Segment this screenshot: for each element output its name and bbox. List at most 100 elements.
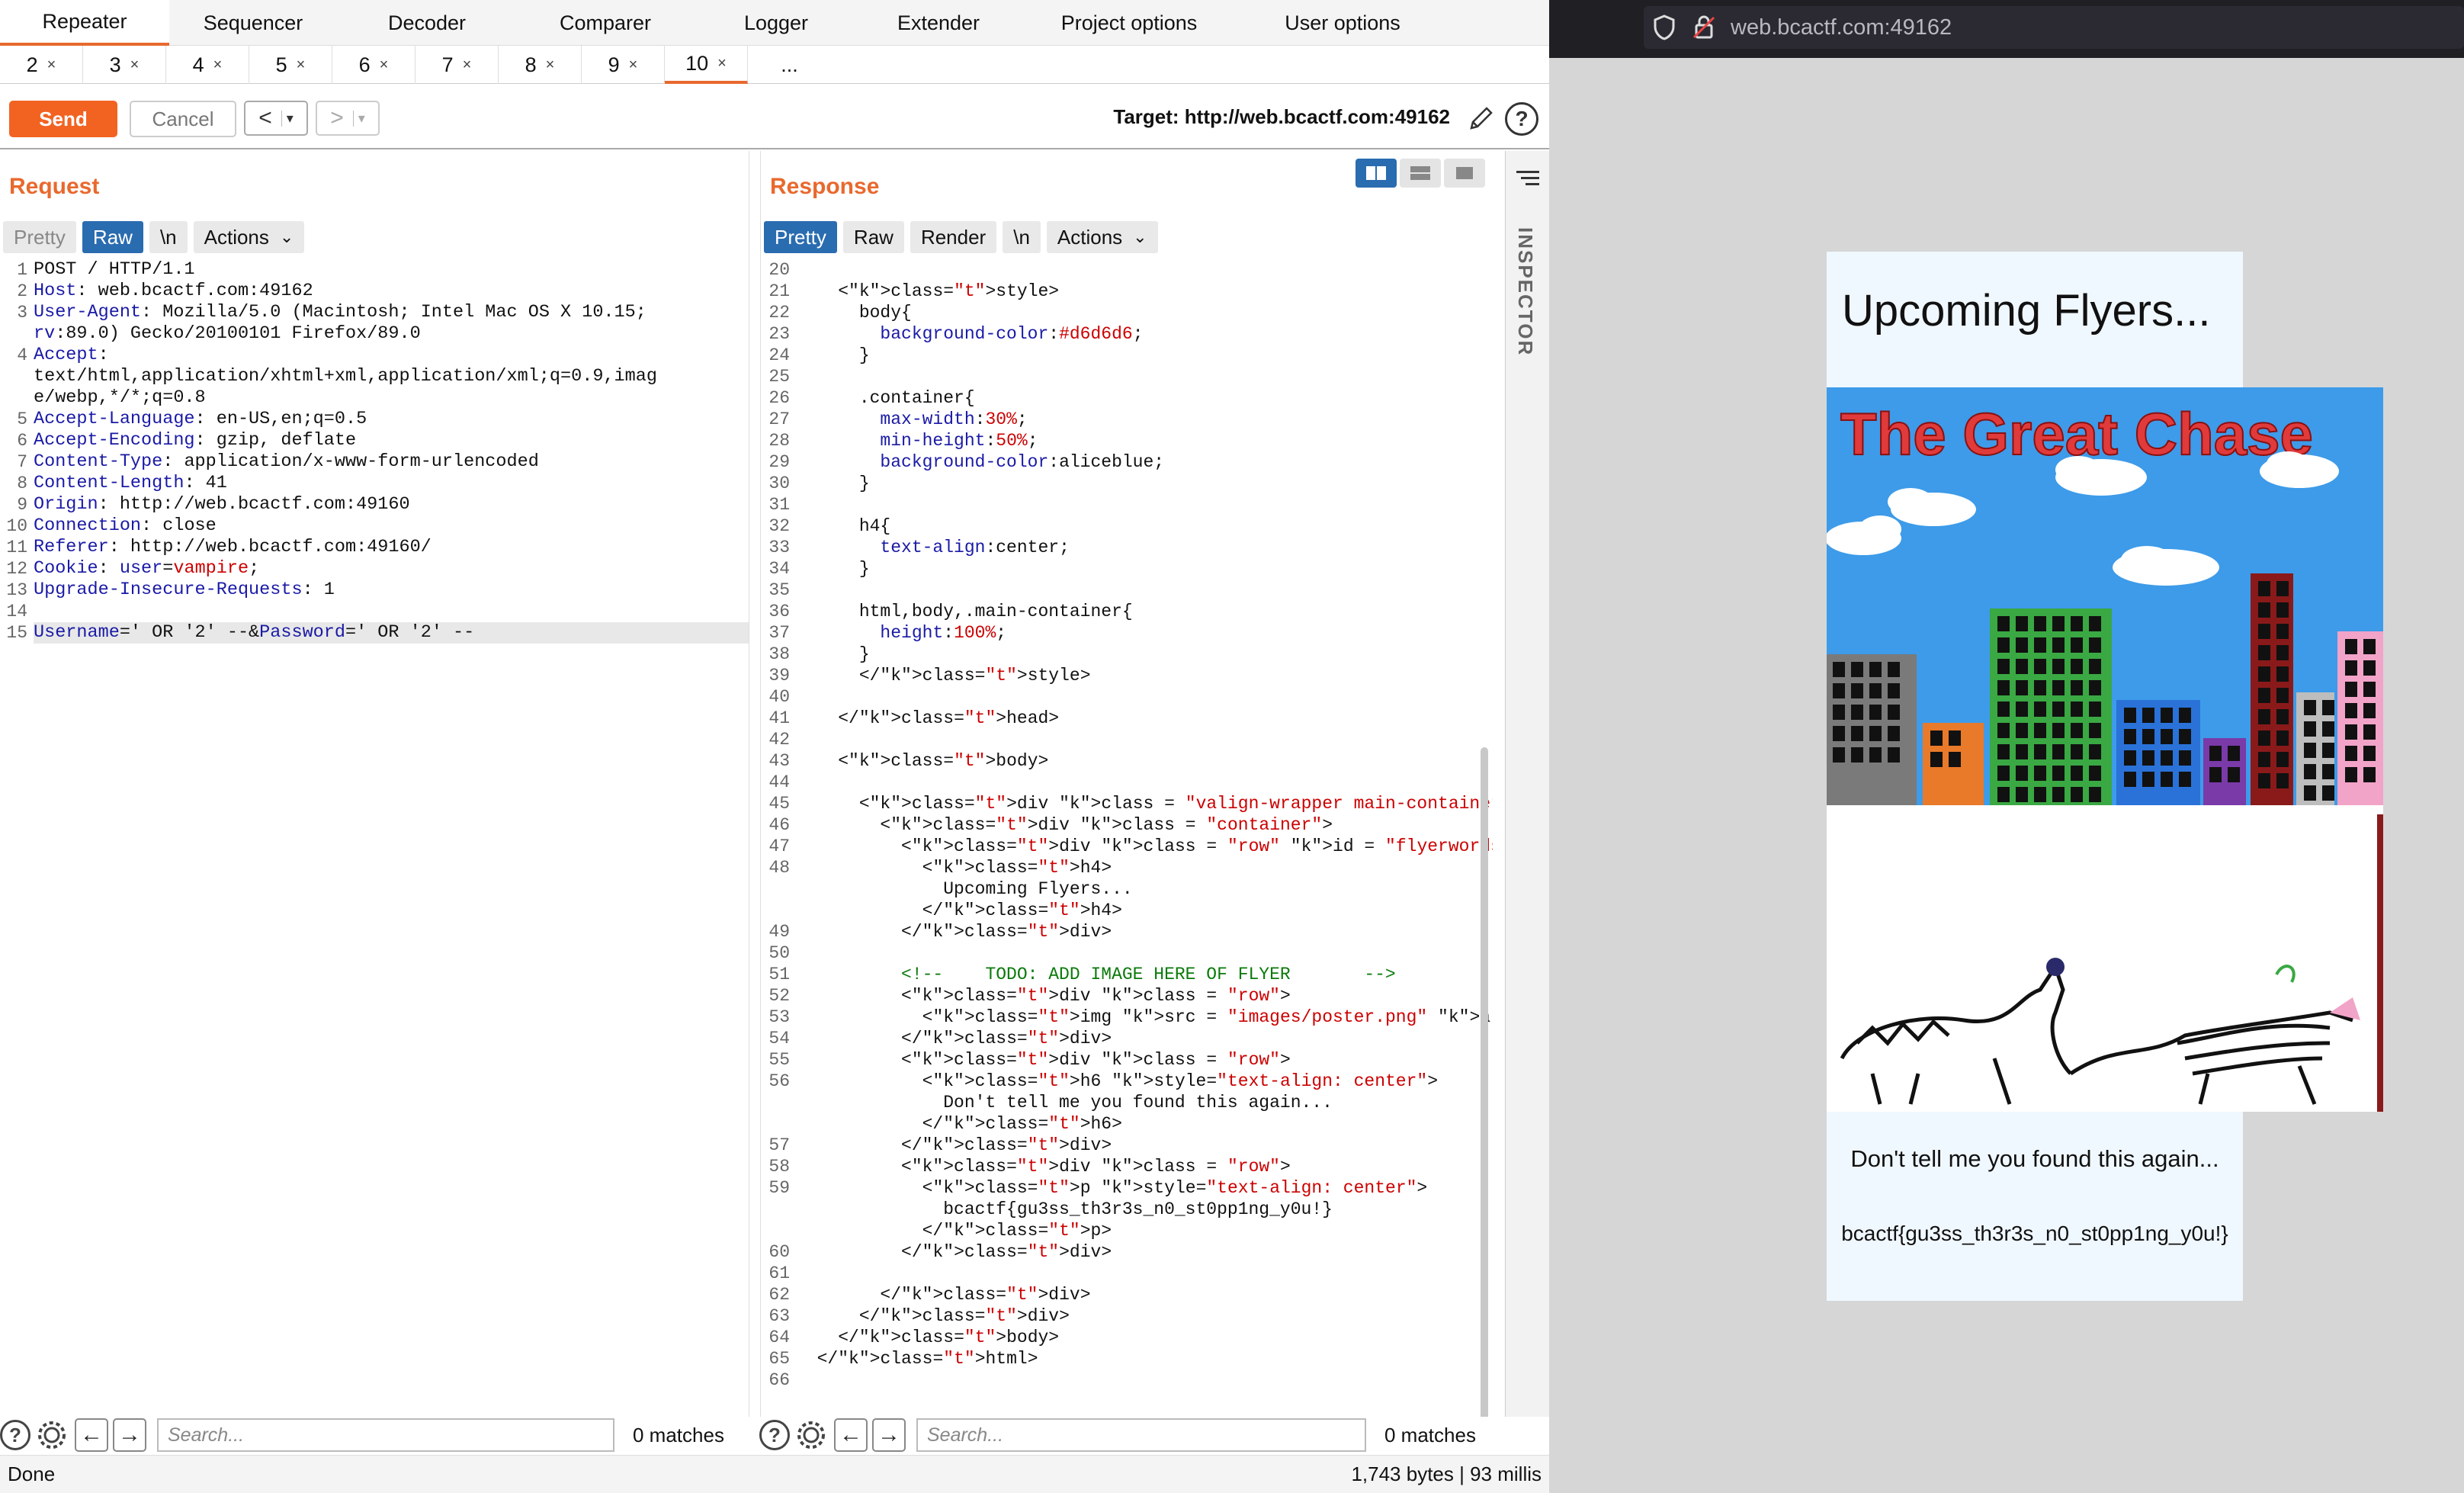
view-tab-actions[interactable]: Actions ⌄ xyxy=(1046,221,1158,253)
help-icon[interactable]: ? xyxy=(759,1420,790,1450)
close-icon[interactable]: × xyxy=(380,56,389,74)
history-back-button[interactable]: < ▾ xyxy=(244,101,308,136)
main-tab-extender[interactable]: Extender xyxy=(858,0,1019,46)
request-search-input[interactable]: Search... xyxy=(157,1418,614,1452)
close-icon[interactable]: × xyxy=(213,56,223,74)
main-tab-comparer[interactable]: Comparer xyxy=(517,0,694,46)
repeater-tab-9[interactable]: 9 × xyxy=(582,46,665,84)
view-tab-raw[interactable]: Raw xyxy=(82,221,143,253)
line-number: 29 xyxy=(768,452,790,472)
line-number: 53 xyxy=(768,1007,790,1027)
tabbed-view-icon[interactable] xyxy=(1444,159,1485,188)
main-tab-project-options[interactable]: Project options xyxy=(1019,0,1240,46)
repeater-tab-6[interactable]: 6 × xyxy=(332,46,415,84)
next-match-arrow-icon[interactable]: → xyxy=(872,1418,906,1452)
stacked-view-icon[interactable] xyxy=(1400,159,1441,188)
building-window xyxy=(2124,772,2136,787)
response-text[interactable]: <"k">class="t">style> body{ background-c… xyxy=(796,259,1493,1391)
repeater-tab-7[interactable]: 7 × xyxy=(415,46,499,84)
request-text[interactable]: POST / HTTP/1.1 Host: web.bcactf.com:4916… xyxy=(34,259,749,644)
prev-match-arrow-icon[interactable]: ← xyxy=(75,1418,108,1452)
edit-target-pencil-icon[interactable] xyxy=(1465,104,1496,134)
prev-match-arrow-icon[interactable]: ← xyxy=(834,1418,868,1452)
building-window xyxy=(1997,723,2010,738)
url-text[interactable]: web.bcactf.com:49162 xyxy=(1731,15,1952,40)
repeater-tab-10[interactable]: 10 × xyxy=(665,46,748,84)
close-icon[interactable]: × xyxy=(47,56,56,74)
view-tab-newline[interactable]: \n xyxy=(1003,221,1041,253)
building-window xyxy=(2322,764,2334,779)
pane-splitter[interactable] xyxy=(749,151,761,1417)
building-window xyxy=(2071,744,2083,759)
inspector-menu-icon[interactable] xyxy=(1516,169,1539,188)
address-bar[interactable]: web.bcactf.com:49162 xyxy=(1644,6,2464,49)
building-window xyxy=(2304,785,2316,801)
help-icon[interactable]: ? xyxy=(1505,102,1538,136)
close-icon[interactable]: × xyxy=(629,56,638,74)
code-line: <"k">class="t">img "k">src = "images/pos… xyxy=(796,1007,1493,1027)
request-editor[interactable]: 123 4 5 6 7 8 9 10 11 12 13 14 15 POST / HTTP/1.1 H… xyxy=(0,259,749,1417)
main-tab-sequencer[interactable]: Sequencer xyxy=(169,0,337,46)
view-tab-pretty[interactable]: Pretty xyxy=(3,221,76,253)
response-vertical-scrollbar[interactable] xyxy=(1481,747,1488,1417)
response-editor[interactable]: 20 21 22 23 24 25 26 27 28 29 30 31 32 33 34 35 36 37 38 39… xyxy=(761,259,1493,1417)
chevron-down-icon[interactable]: ▾ xyxy=(281,110,294,127)
settings-gear-icon[interactable] xyxy=(35,1418,69,1452)
building-window xyxy=(2034,659,2046,674)
settings-gear-icon[interactable] xyxy=(794,1418,828,1452)
main-tab-repeater[interactable]: Repeater xyxy=(0,0,169,46)
repeater-tab-8[interactable]: 8 × xyxy=(499,46,582,84)
view-tab-newline[interactable]: \n xyxy=(149,221,188,253)
insecure-lock-icon[interactable] xyxy=(1692,14,1715,40)
repeater-tab-4[interactable]: 4 × xyxy=(166,46,249,84)
tab-label: ... xyxy=(781,53,798,76)
building-window xyxy=(2161,708,2173,723)
close-icon[interactable]: × xyxy=(546,56,555,74)
line-number: 48 xyxy=(768,858,790,878)
send-button[interactable]: Send xyxy=(9,101,117,137)
shield-icon[interactable] xyxy=(1653,14,1676,40)
building-window xyxy=(1869,747,1882,763)
building-window xyxy=(2276,645,2289,660)
repeater-tab-3[interactable]: 3 × xyxy=(83,46,166,84)
next-match-arrow-icon[interactable]: → xyxy=(113,1418,146,1452)
line-number: 4 xyxy=(17,345,27,365)
code-line: text/html,application/xhtml+xml,applicat… xyxy=(34,366,657,387)
building-window xyxy=(2179,750,2191,766)
history-forward-button[interactable]: > ▾ xyxy=(316,101,380,136)
inspector-label[interactable]: INSPECTOR xyxy=(1513,227,1537,356)
cancel-button[interactable]: Cancel xyxy=(130,101,236,137)
chevron-down-icon[interactable]: ▾ xyxy=(352,110,365,127)
building-window xyxy=(2052,659,2065,674)
view-tab-render[interactable]: Render xyxy=(910,221,997,253)
building-window xyxy=(2124,708,2136,723)
code-line: <"k">class="t">div "k">class = "valign-w… xyxy=(796,794,1493,814)
building-window xyxy=(1997,744,2010,759)
repeater-tab-5[interactable]: 5 × xyxy=(249,46,332,84)
main-tab-user-options[interactable]: User options xyxy=(1240,0,1445,46)
line-number: 3 xyxy=(17,303,27,323)
repeater-tab-2[interactable]: 2 × xyxy=(0,46,83,84)
response-search-input[interactable]: Search... xyxy=(916,1418,1366,1452)
line-number: 41 xyxy=(768,708,790,728)
repeater-tab-more[interactable]: ... xyxy=(748,46,831,84)
close-icon[interactable]: × xyxy=(130,56,140,74)
building-window xyxy=(2016,787,2028,802)
code-line: background-color:aliceblue; xyxy=(880,452,1165,472)
main-tab-logger[interactable]: Logger xyxy=(694,0,858,46)
code-line: </"k">class="t">div> xyxy=(796,922,1112,942)
main-tab-decoder[interactable]: Decoder xyxy=(337,0,517,46)
view-tab-raw[interactable]: Raw xyxy=(842,221,904,253)
building-window xyxy=(2258,688,2270,703)
line-number: 40 xyxy=(768,687,790,707)
inspector-sidebar[interactable]: INSPECTOR xyxy=(1505,151,1549,1417)
close-icon[interactable]: × xyxy=(463,56,472,74)
code-line: <"k">class="t">h6 "k">style="text-align:… xyxy=(796,1071,1439,1091)
view-tab-pretty[interactable]: Pretty xyxy=(764,221,837,253)
help-icon[interactable]: ? xyxy=(0,1420,30,1450)
close-icon[interactable]: × xyxy=(297,56,306,74)
view-tab-actions[interactable]: Actions ⌄ xyxy=(193,221,305,253)
close-icon[interactable]: × xyxy=(717,55,727,72)
split-view-icon[interactable] xyxy=(1356,159,1397,188)
